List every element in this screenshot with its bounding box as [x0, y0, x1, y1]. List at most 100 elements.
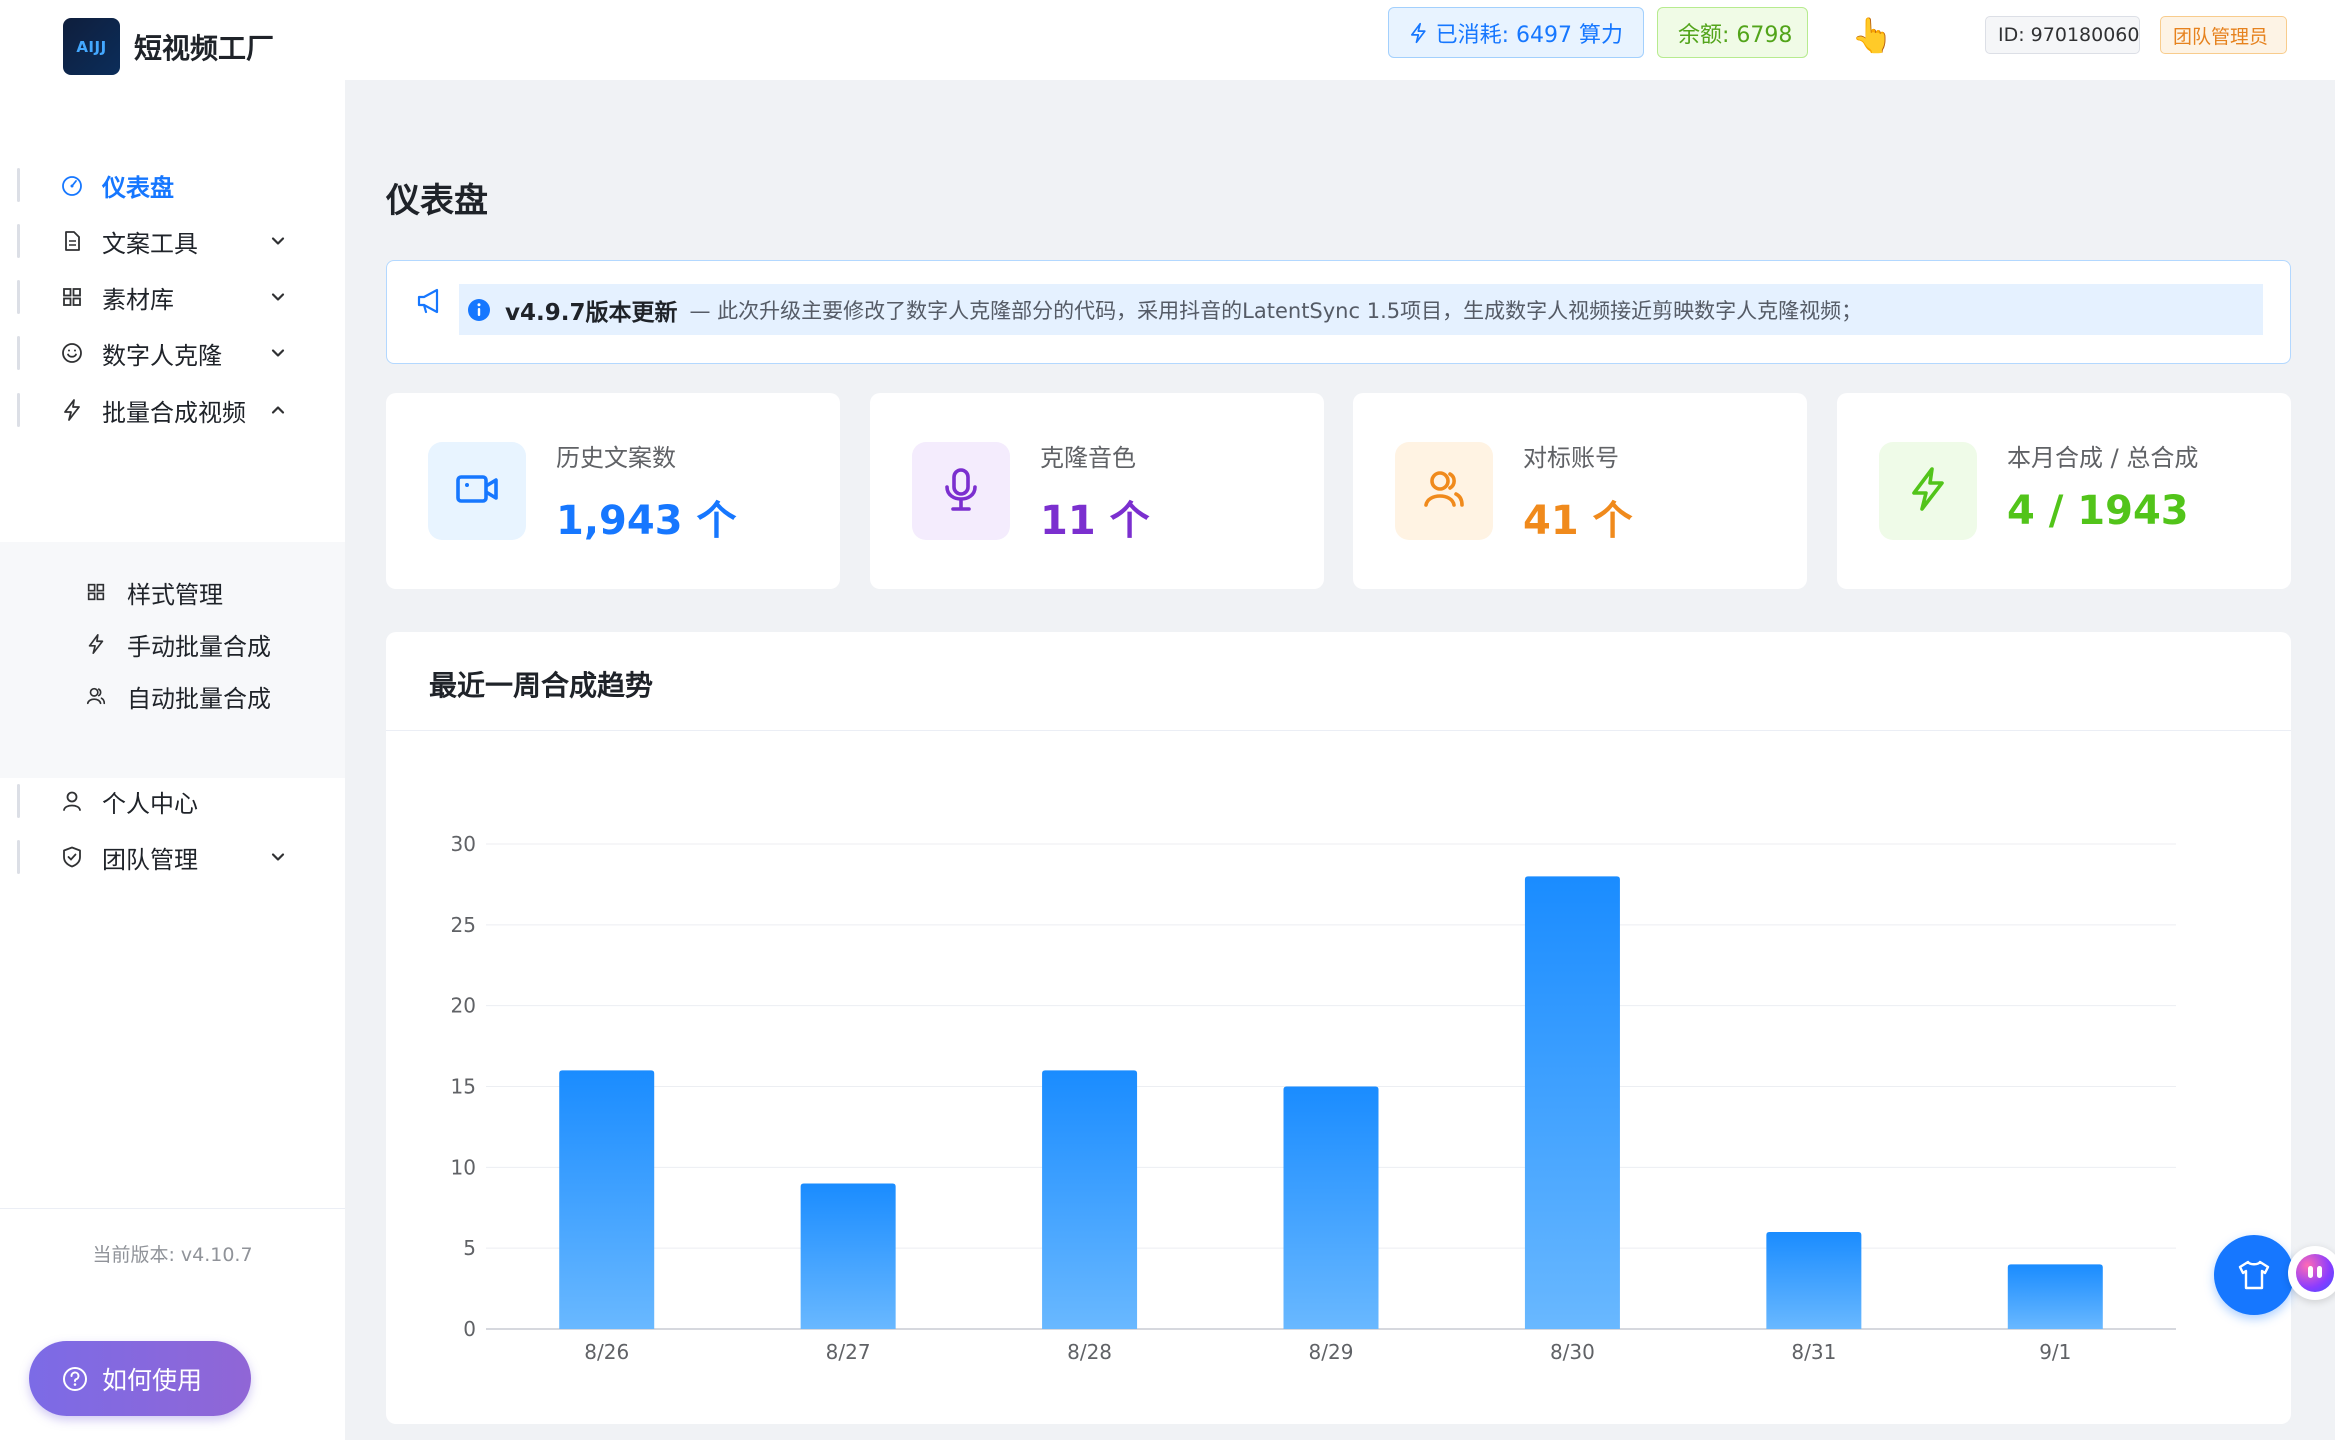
page-title: 仪表盘 [386, 181, 488, 221]
app-logo[interactable]: AIJJ 短视频工厂 [63, 18, 274, 75]
sidebar-item-label: 文案工具 [102, 229, 198, 258]
notice-version: v4.9.7版本更新 [505, 299, 678, 326]
lightning-icon [1904, 465, 1952, 517]
x-tick-label: 8/28 [1067, 1340, 1112, 1364]
stat-value: 41 个 [1523, 498, 1633, 544]
sidebar-item-label: 个人中心 [102, 789, 198, 818]
sidebar-item[interactable]: 文案工具 [0, 210, 345, 272]
submenu-item-label: 手动批量合成 [127, 632, 271, 661]
y-tick-label: 15 [451, 1075, 476, 1099]
sidebar-item[interactable]: 数字人克隆 [0, 322, 345, 384]
stat-value: 1,943 个 [556, 498, 737, 544]
notice-text: — 此次升级主要修改了数字人克隆部分的代码，采用抖音的LatentSync 1.… [689, 298, 1863, 323]
bar[interactable] [2007, 1264, 2103, 1329]
update-notice: v4.9.7版本更新 — 此次升级主要修改了数字人克隆部分的代码，采用抖音的La… [386, 260, 2291, 364]
pointing-hand-icon[interactable]: 👆 [1851, 16, 1893, 56]
bar[interactable] [800, 1183, 896, 1330]
y-tick-label: 5 [463, 1236, 476, 1260]
stat-label: 对标账号 [1523, 444, 1619, 472]
sidebar-item-label: 批量合成视频 [102, 398, 246, 427]
sidebar-item[interactable]: 团队管理 [0, 826, 345, 888]
stat-icon-box [1395, 442, 1493, 540]
stat-icon-box [912, 442, 1010, 540]
sidebar-item[interactable]: 批量合成视频 [0, 379, 345, 441]
y-tick-label: 30 [451, 832, 476, 856]
bar[interactable] [559, 1070, 655, 1329]
question-circle-icon [62, 1365, 90, 1393]
chevron-up-icon[interactable] [268, 400, 288, 420]
bar[interactable] [1766, 1232, 1862, 1329]
consumed-power-badge[interactable]: 已消耗: 6497 算力 [1388, 7, 1644, 58]
y-tick-label: 20 [451, 994, 476, 1018]
weekly-trend-card: 最近一周合成趋势 0 5 10 15 20 25 30 8/26 8/27 8/28 8/29 8/3… [386, 632, 2291, 1424]
chevron-down-icon[interactable] [268, 847, 288, 867]
stat-card: 克隆音色 11 个 [870, 393, 1324, 589]
info-icon [468, 298, 490, 321]
lightning-icon [58, 396, 86, 424]
sidebar-item-indicator [17, 784, 20, 818]
how-to-use-label: 如何使用 [102, 1365, 203, 1395]
sidebar-item-indicator [17, 393, 20, 427]
tshirt-float-button[interactable] [2214, 1235, 2294, 1315]
stat-card: 对标账号 41 个 [1353, 393, 1807, 589]
sidebar-item-label: 素材库 [102, 285, 174, 314]
smile-icon [58, 339, 86, 367]
document-icon [58, 227, 86, 255]
submenu-item-label: 样式管理 [127, 580, 223, 609]
sidebar-item-indicator [17, 224, 20, 258]
megaphone-icon [417, 288, 439, 314]
x-tick-label: 8/31 [1791, 1340, 1836, 1364]
role-tag: 团队管理员 [2160, 16, 2287, 54]
chevron-down-icon[interactable] [268, 343, 288, 363]
x-tick-label: 8/29 [1309, 1340, 1354, 1364]
chevron-down-icon[interactable] [268, 287, 288, 307]
sidebar-item-indicator [17, 336, 20, 370]
balance-badge[interactable]: 余额: 6798 [1657, 7, 1808, 58]
user-icon [58, 787, 86, 815]
bar[interactable] [1524, 876, 1620, 1329]
stat-icon-box [428, 442, 526, 540]
chevron-down-icon[interactable] [268, 231, 288, 251]
top-header: AIJJ 短视频工厂 已消耗: 6497 算力 余额: 6798 👆 ID: 9… [0, 0, 2335, 80]
submenu-item-label: 自动批量合成 [127, 684, 271, 713]
stat-card: 本月合成 / 总合成 4 / 1943 [1837, 393, 2291, 589]
sidebar-divider [0, 1208, 345, 1209]
app-name: 短视频工厂 [134, 31, 275, 65]
submenu-item[interactable]: 手动批量合成 [0, 614, 345, 674]
microphone-icon [937, 465, 985, 517]
assistant-bot-button[interactable] [2288, 1246, 2335, 1300]
lightning-icon [1410, 22, 1426, 43]
balance-text: 余额: 6798 [1678, 22, 1793, 48]
sidebar-item-indicator [17, 168, 20, 202]
y-tick-label: 10 [451, 1155, 476, 1179]
y-tick-label: 25 [451, 913, 476, 937]
dashboard-icon [58, 171, 86, 199]
x-tick-label: 8/27 [826, 1340, 871, 1364]
weekly-trend-chart: 0 5 10 15 20 25 30 8/26 8/27 8/28 8/29 8/30 8/31 9/1 [451, 832, 2176, 1364]
x-tick-label: 8/26 [584, 1340, 629, 1364]
sidebar-item[interactable]: 素材库 [0, 266, 345, 328]
notice-content: v4.9.7版本更新 — 此次升级主要修改了数字人克隆部分的代码，采用抖音的La… [459, 284, 2263, 335]
bar[interactable] [1042, 1070, 1138, 1329]
sidebar-item[interactable]: 仪表盘 [0, 154, 345, 216]
sidebar-item[interactable]: 个人中心 [0, 770, 345, 832]
stat-value: 4 / 1943 [2007, 488, 2189, 534]
submenu-item[interactable]: 样式管理 [0, 562, 345, 622]
user-id-tag: ID: 970180060 [1985, 16, 2140, 54]
submenu-batch-video: 样式管理手动批量合成 自动批量合成 [0, 542, 345, 778]
submenu-item[interactable]: 自动批量合成 [0, 666, 345, 726]
bar[interactable] [1283, 1086, 1379, 1330]
sidebar-item-label: 数字人克隆 [102, 341, 222, 370]
how-to-use-button[interactable]: 如何使用 [29, 1341, 251, 1416]
sidebar-item-label: 团队管理 [102, 845, 198, 874]
sidebar: 仪表盘文案工具素材库数字人克隆批量合成视频单条合成视频批量克隆视频单条克隆视频个… [0, 80, 345, 1440]
video-camera-icon [453, 465, 501, 517]
grid-icon [83, 579, 109, 605]
shield-icon [58, 843, 86, 871]
stat-label: 克隆音色 [1040, 444, 1136, 472]
consumed-power-text: 已消耗: 6497 算力 [1435, 22, 1623, 48]
sidebar-item-indicator [17, 280, 20, 314]
version-text: 当前版本: v4.10.7 [92, 1244, 253, 1266]
logo-mark: AIJJ [63, 18, 120, 75]
y-tick-label: 0 [463, 1317, 476, 1341]
